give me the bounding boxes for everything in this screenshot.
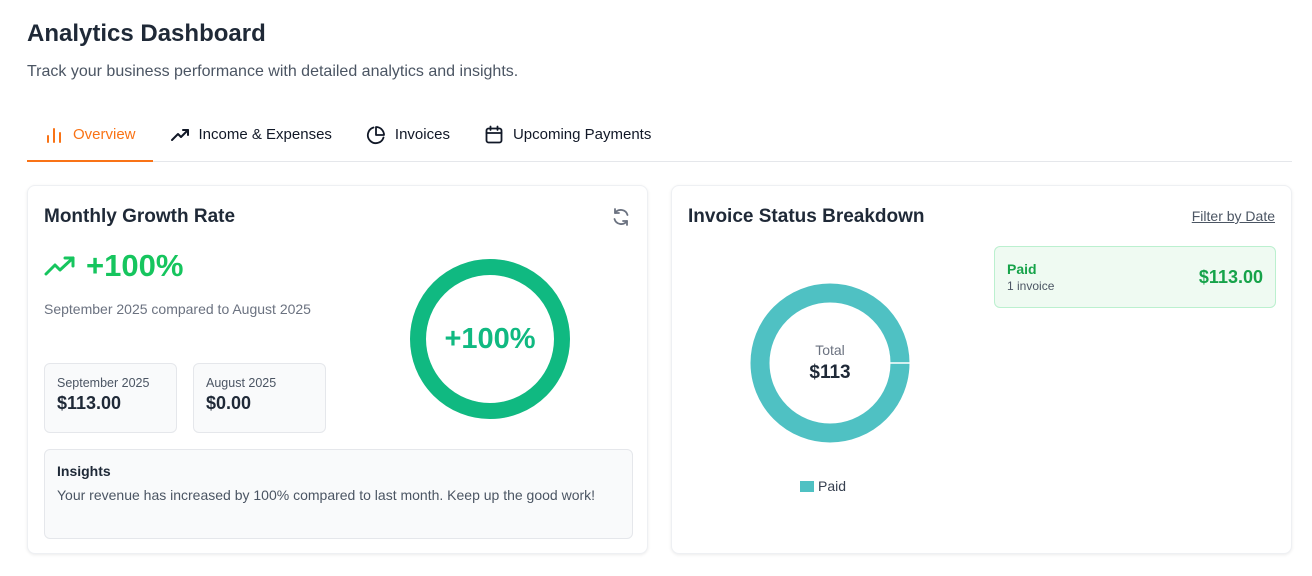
tab-label: Upcoming Payments: [512, 126, 652, 143]
chart-legend: Paid: [800, 478, 846, 494]
refresh-icon[interactable]: [611, 207, 631, 227]
insights-box: Insights Your revenue has increased by 1…: [44, 449, 633, 539]
status-count: 1 invoice: [1007, 279, 1055, 293]
donut-center: Total $113: [749, 282, 911, 444]
growth-ring-label: +100%: [444, 322, 536, 355]
tab-label: Income & Expenses: [198, 126, 332, 143]
status-amount: $113.00: [1198, 266, 1263, 287]
growth-card-title: Monthly Growth Rate: [44, 206, 236, 227]
status-name: Paid: [1007, 261, 1037, 277]
tab-label: Invoices: [394, 126, 450, 143]
status-card-paid[interactable]: Paid 1 invoice $113.00: [994, 246, 1276, 308]
tab-upcoming-payments[interactable]: Upcoming Payments: [467, 108, 668, 161]
growth-ring: +100%: [410, 259, 570, 419]
bar-chart-icon: [47, 127, 61, 143]
trending-up-icon: [170, 128, 189, 141]
insights-text: Your revenue has increased by 100% compa…: [57, 487, 596, 503]
tab-label: Overview: [73, 126, 136, 143]
calendar-icon: [485, 125, 503, 143]
growth-value: +100%: [86, 248, 184, 283]
page-subtitle: Track your business performance with det…: [27, 63, 519, 80]
stat-current-month: September 2025 $113.00: [44, 363, 177, 433]
stat-value: $113.00: [57, 393, 122, 413]
growth-card: Monthly Growth Rate +100% September 2025…: [27, 185, 648, 554]
stat-label: September 2025: [57, 376, 150, 390]
growth-summary: +100%: [44, 248, 183, 284]
invoice-status-card: Invoice Status Breakdown Filter by Date …: [671, 185, 1292, 554]
invoice-donut-chart: Total $113: [749, 282, 911, 444]
trending-up-icon: [44, 256, 75, 276]
page-title: Analytics Dashboard: [27, 20, 266, 47]
tab-invoices[interactable]: Invoices: [349, 108, 467, 161]
insights-title: Insights: [57, 463, 111, 479]
tab-overview[interactable]: Overview: [27, 108, 153, 162]
invoice-card-title: Invoice Status Breakdown: [688, 206, 925, 227]
tab-bar: Overview Income & Expenses Invoices Upco…: [27, 108, 1292, 162]
status-info: Paid 1 invoice: [1007, 261, 1054, 293]
tab-income-expenses[interactable]: Income & Expenses: [153, 108, 349, 161]
filter-by-date-link[interactable]: Filter by Date: [1192, 208, 1275, 224]
donut-total-value: $113: [809, 362, 851, 383]
donut-total-label: Total: [815, 342, 845, 358]
comparison-text: September 2025 compared to August 2025: [44, 301, 311, 317]
stat-label: August 2025: [206, 376, 277, 390]
pie-chart-icon: [366, 125, 385, 144]
legend-swatch-paid: [800, 480, 814, 492]
stat-value: $0.00: [206, 393, 252, 413]
stat-previous-month: August 2025 $0.00: [193, 363, 326, 433]
legend-label-paid: Paid: [818, 478, 847, 494]
